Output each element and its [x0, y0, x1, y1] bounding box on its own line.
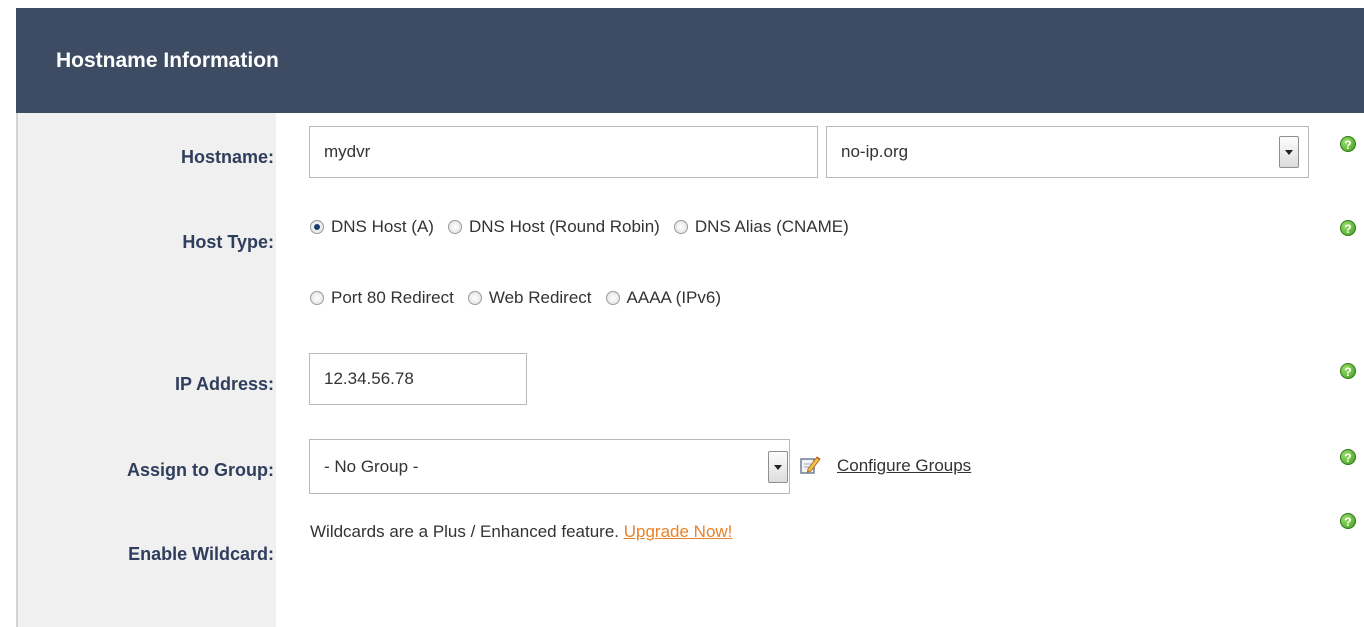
host-type-options-row-1: DNS Host (A) DNS Host (Round Robin) DNS … — [310, 217, 863, 237]
radio-button[interactable] — [673, 220, 688, 234]
radio-option-dns-host-a[interactable]: DNS Host (A) — [310, 217, 434, 237]
enable-wildcard-label: Enable Wildcard: — [128, 544, 274, 564]
upgrade-now-link[interactable]: Upgrade Now! — [624, 522, 733, 541]
radio-button[interactable] — [605, 291, 620, 305]
radio-option-web-redirect[interactable]: Web Redirect — [467, 288, 592, 308]
host-type-label: Host Type: — [182, 232, 274, 252]
radio-label: Port 80 Redirect — [331, 288, 454, 307]
radio-option-dns-alias-cname[interactable]: DNS Alias (CNAME) — [673, 217, 849, 237]
help-icon[interactable]: ? — [1340, 513, 1356, 529]
radio-option-dns-round-robin[interactable]: DNS Host (Round Robin) — [447, 217, 660, 237]
chevron-down-icon[interactable] — [1279, 136, 1299, 168]
hostname-information-panel: Hostname Information Hostname: mydvr no-… — [16, 8, 1364, 627]
wildcard-message-text: Wildcards are a Plus / Enhanced feature. — [310, 522, 619, 541]
configure-groups-link[interactable]: Configure Groups — [837, 456, 971, 476]
chevron-down-icon[interactable] — [768, 451, 788, 483]
radio-button[interactable] — [310, 220, 324, 234]
panel-header: Hostname Information — [16, 8, 1364, 113]
radio-label: AAAA (IPv6) — [626, 288, 722, 307]
help-icon[interactable]: ? — [1340, 220, 1356, 236]
domain-select-value: no-ip.org — [841, 142, 909, 161]
help-icon[interactable]: ? — [1340, 136, 1356, 152]
hostname-input[interactable]: mydvr — [309, 126, 818, 178]
hostname-label: Hostname: — [180, 147, 274, 167]
group-select-value: - No Group - — [324, 457, 419, 476]
radio-option-aaaa-ipv6[interactable]: AAAA (IPv6) — [605, 288, 722, 308]
radio-label: DNS Alias (CNAME) — [694, 217, 849, 236]
help-icon[interactable]: ? — [1340, 363, 1356, 379]
panel-title: Hostname Information — [56, 49, 279, 72]
radio-button[interactable] — [467, 291, 482, 305]
wildcard-message: Wildcards are a Plus / Enhanced feature.… — [310, 522, 732, 542]
help-icon[interactable]: ? — [1340, 449, 1356, 465]
radio-label: DNS Host (Round Robin) — [468, 217, 660, 236]
ip-address-label: IP Address: — [174, 374, 274, 394]
edit-icon[interactable] — [799, 454, 821, 476]
radio-option-port-80-redirect[interactable]: Port 80 Redirect — [310, 288, 454, 308]
radio-button[interactable] — [310, 291, 324, 305]
radio-label: DNS Host (A) — [331, 217, 434, 236]
domain-select[interactable]: no-ip.org — [826, 126, 1309, 178]
host-type-options-row-2: Port 80 Redirect Web Redirect AAAA (IPv6… — [310, 288, 735, 308]
radio-button[interactable] — [447, 220, 462, 234]
radio-label: Web Redirect — [488, 288, 592, 307]
assign-group-label: Assign to Group: — [127, 460, 274, 480]
ip-address-input[interactable]: 12.34.56.78 — [309, 353, 527, 405]
group-select[interactable]: - No Group - — [309, 439, 790, 494]
